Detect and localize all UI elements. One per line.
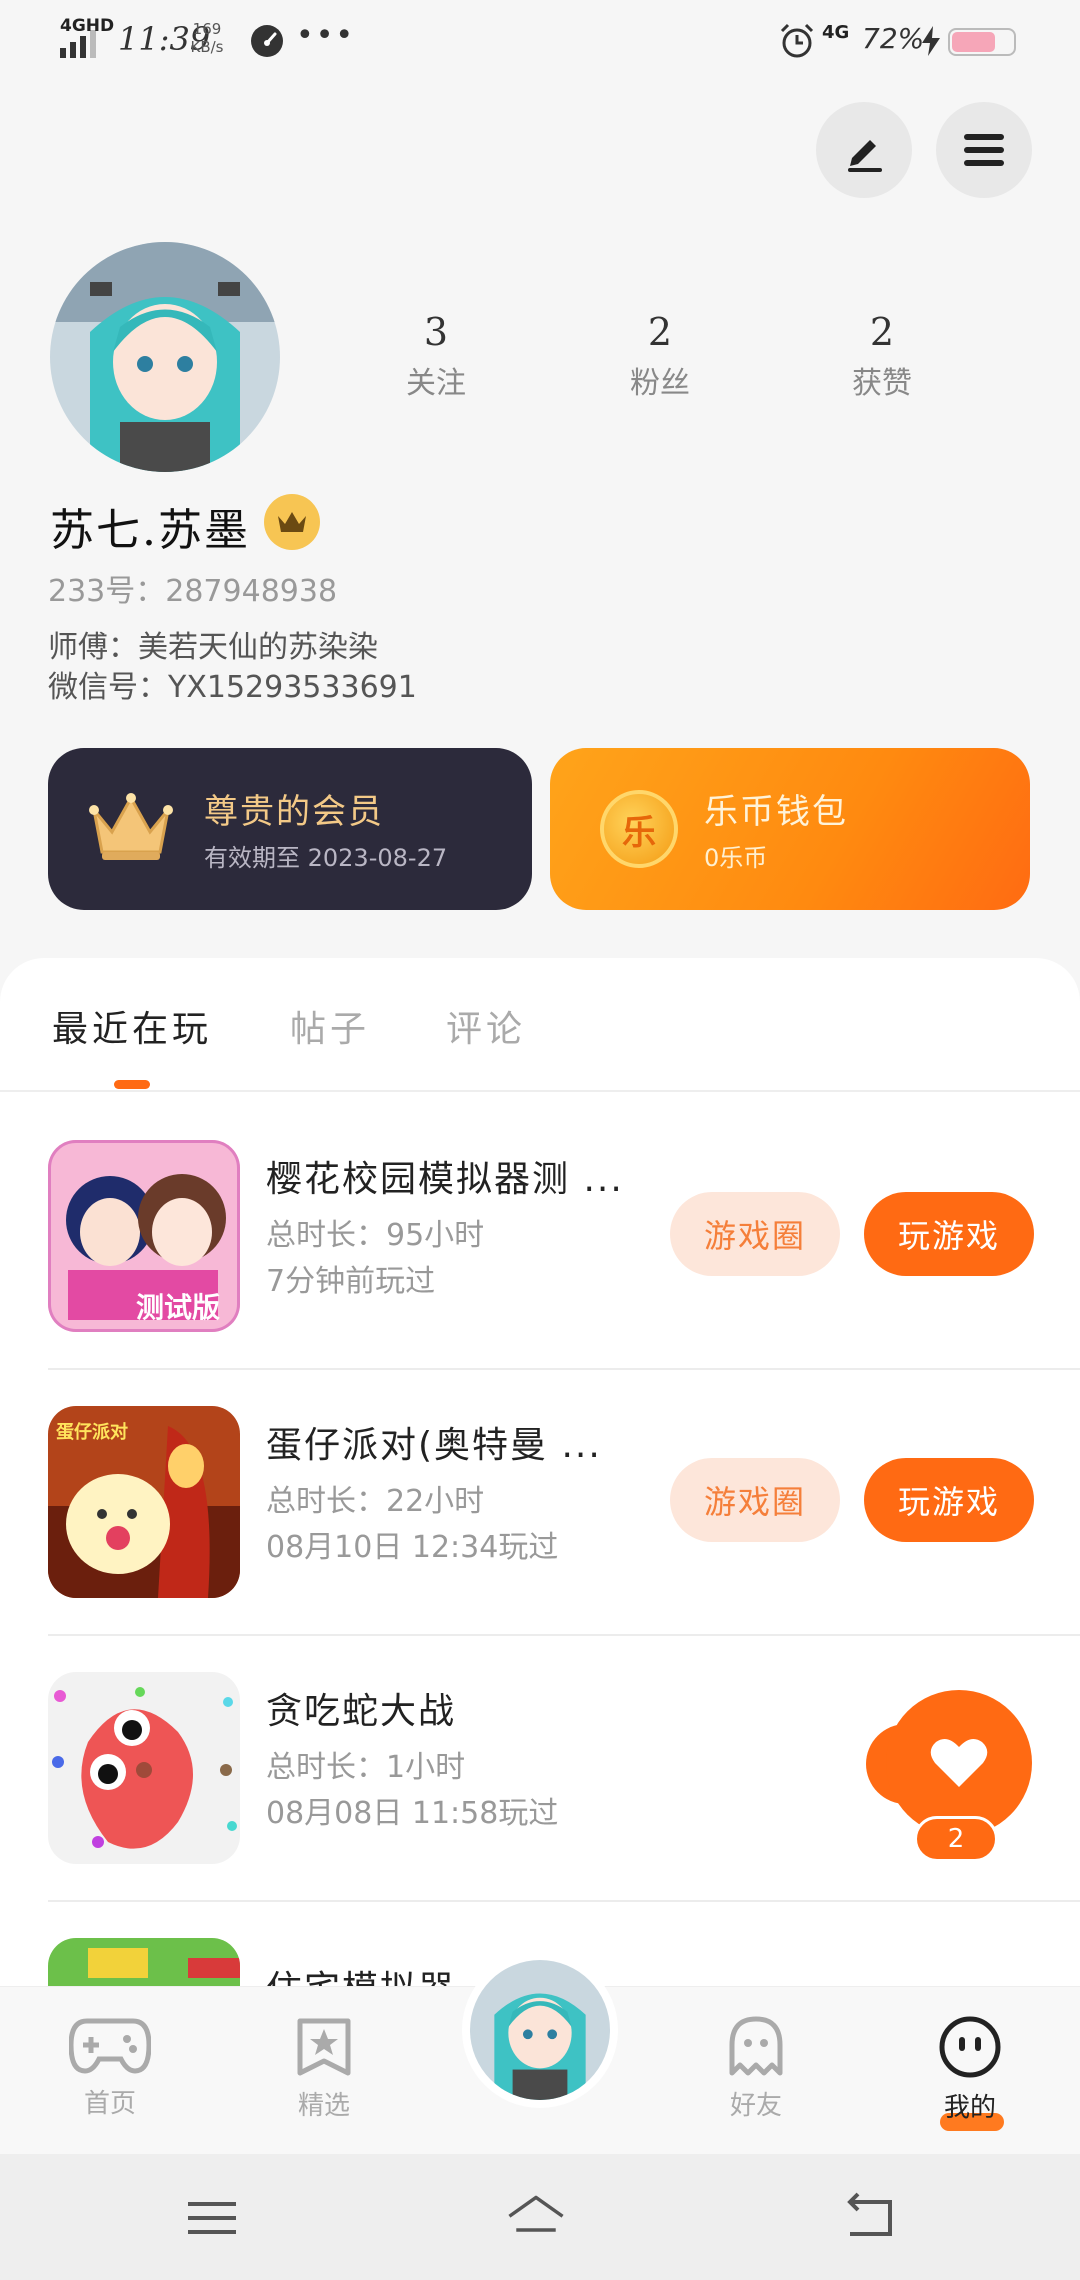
game-last-played: 08月08日 11:58玩过 (266, 1796, 559, 1831)
fans-count: 2 (647, 310, 673, 354)
crown-icon (278, 512, 306, 532)
coin-icon: 乐 (600, 790, 678, 868)
game-icon-image (48, 1672, 240, 1864)
center-avatar-image (470, 1960, 610, 2100)
edit-icon (848, 140, 882, 172)
row-divider (48, 1634, 1080, 1636)
like-count-badge: 2 (914, 1816, 998, 1862)
mentor-text: 师傅：美若天仙的苏染染 (48, 630, 378, 665)
vip-crown-icon (89, 793, 173, 860)
vip-expiry: 有效期至 2023-08-27 (204, 844, 448, 872)
game-duration: 总时长：95小时 (266, 1218, 485, 1253)
fans-label: 粉丝 (630, 366, 690, 401)
game-circle-button[interactable]: 游戏圈 (670, 1458, 840, 1542)
game-icon-image (48, 1938, 240, 1986)
game-icon-badge: 蛋仔派对 (56, 1422, 128, 1443)
status-bar: 4GHD 11:39 169 KB/s ••• 4G 72% (0, 0, 1080, 84)
game-title: 贪吃蛇大战 (266, 1691, 457, 1732)
recent-apps-icon[interactable] (182, 2188, 242, 2248)
network-speed: 169 KB/s (190, 20, 224, 56)
home-icon[interactable] (506, 2188, 566, 2248)
game-duration: 总时长：1小时 (266, 1750, 466, 1785)
heart-icon (930, 1738, 988, 1787)
game-title: 住宅模拟器 (266, 1960, 456, 1986)
battery-icon (948, 28, 1016, 56)
game-title: 蛋仔派对(奥特曼 ... (266, 1425, 602, 1466)
nav-home[interactable]: 首页 (50, 1987, 170, 2155)
battery-percent: 72% (862, 22, 925, 55)
game-icon[interactable]: 蛋仔派对 (48, 1406, 240, 1598)
stat-likes[interactable]: 2 获赞 (802, 310, 962, 402)
wallet-title: 乐币钱包 (704, 792, 848, 832)
charging-icon (922, 26, 940, 56)
stat-following[interactable]: 3 关注 (356, 310, 516, 402)
tab-comments[interactable]: 评论 (446, 1000, 526, 1052)
smiley-icon (939, 2016, 1001, 2078)
vip-card[interactable]: 尊贵的会员 有效期至 2023-08-27 (48, 748, 532, 910)
system-nav-bar (0, 2154, 1080, 2280)
play-game-button[interactable]: 玩游戏 (864, 1458, 1034, 1542)
nav-friends[interactable]: 好友 (696, 1987, 816, 2155)
star-box-icon (297, 2018, 351, 2076)
likes-count: 2 (869, 310, 895, 354)
nav-label: 我的 (943, 2093, 996, 2123)
list-item[interactable]: 测试版 樱花校园模拟器测 ... 总时长：95小时 7分钟前玩过 游戏圈 玩游戏 (48, 1140, 1080, 1404)
game-icon-badge: 测试版 (136, 1291, 221, 1324)
game-circle-button[interactable]: 游戏圈 (670, 1192, 840, 1276)
game-last-played: 7分钟前玩过 (266, 1264, 436, 1299)
wallet-balance: 0乐币 (704, 844, 768, 872)
menu-button[interactable] (936, 102, 1032, 198)
speedometer-icon (251, 25, 283, 57)
stat-fans[interactable]: 2 粉丝 (580, 310, 740, 402)
account-id: 233号：287948938 (48, 574, 338, 609)
list-item[interactable]: 蛋仔派对 蛋仔派对(奥特曼 ... 总时长：22小时 08月10日 12:34玩… (48, 1406, 1080, 1670)
game-icon[interactable] (48, 1938, 240, 1986)
tab-divider (0, 1090, 1080, 1092)
row-divider (48, 1368, 1080, 1370)
gamepad-icon (68, 2018, 152, 2074)
wallet-card[interactable]: 乐 乐币钱包 0乐币 (550, 748, 1030, 910)
tab-indicator (114, 1080, 150, 1089)
back-icon[interactable] (840, 2188, 900, 2248)
vip-title: 尊贵的会员 (204, 792, 384, 832)
nav-featured[interactable]: 精选 (264, 1987, 384, 2155)
tab-posts[interactable]: 帖子 (290, 1000, 370, 1052)
avatar[interactable] (50, 242, 280, 472)
alarm-icon (780, 23, 814, 58)
tab-recent[interactable]: 最近在玩 (52, 1000, 212, 1052)
row-divider (48, 1900, 1080, 1902)
wechat-id: 微信号：YX15293533691 (48, 670, 417, 705)
play-game-button[interactable]: 玩游戏 (864, 1192, 1034, 1276)
more-dots: ••• (296, 18, 356, 53)
game-icon[interactable]: 测试版 (48, 1140, 240, 1332)
menu-icon (964, 134, 1004, 166)
edit-profile-button[interactable] (816, 102, 912, 198)
likes-label: 获赞 (852, 366, 912, 401)
network-type: 4GHD (60, 16, 115, 36)
nav-mine[interactable]: 我的 (910, 1987, 1030, 2155)
game-duration: 总时长：22小时 (266, 1484, 485, 1519)
username: 苏七.苏墨 (50, 505, 250, 556)
nav-label: 好友 (729, 2091, 782, 2121)
game-title: 樱花校园模拟器测 ... (266, 1159, 624, 1200)
vip-badge[interactable] (264, 494, 320, 550)
ghost-icon (729, 2016, 783, 2076)
network-type-2: 4G (822, 22, 850, 43)
like-fab-button[interactable] (886, 1690, 1032, 1836)
nav-center-avatar[interactable] (462, 1952, 618, 2108)
game-icon[interactable] (48, 1672, 240, 1864)
following-label: 关注 (406, 366, 466, 401)
following-count: 3 (423, 310, 449, 354)
avatar-image (50, 242, 280, 472)
nav-label: 首页 (83, 2089, 136, 2119)
nav-label: 精选 (297, 2091, 350, 2121)
game-last-played: 08月10日 12:34玩过 (266, 1530, 559, 1565)
